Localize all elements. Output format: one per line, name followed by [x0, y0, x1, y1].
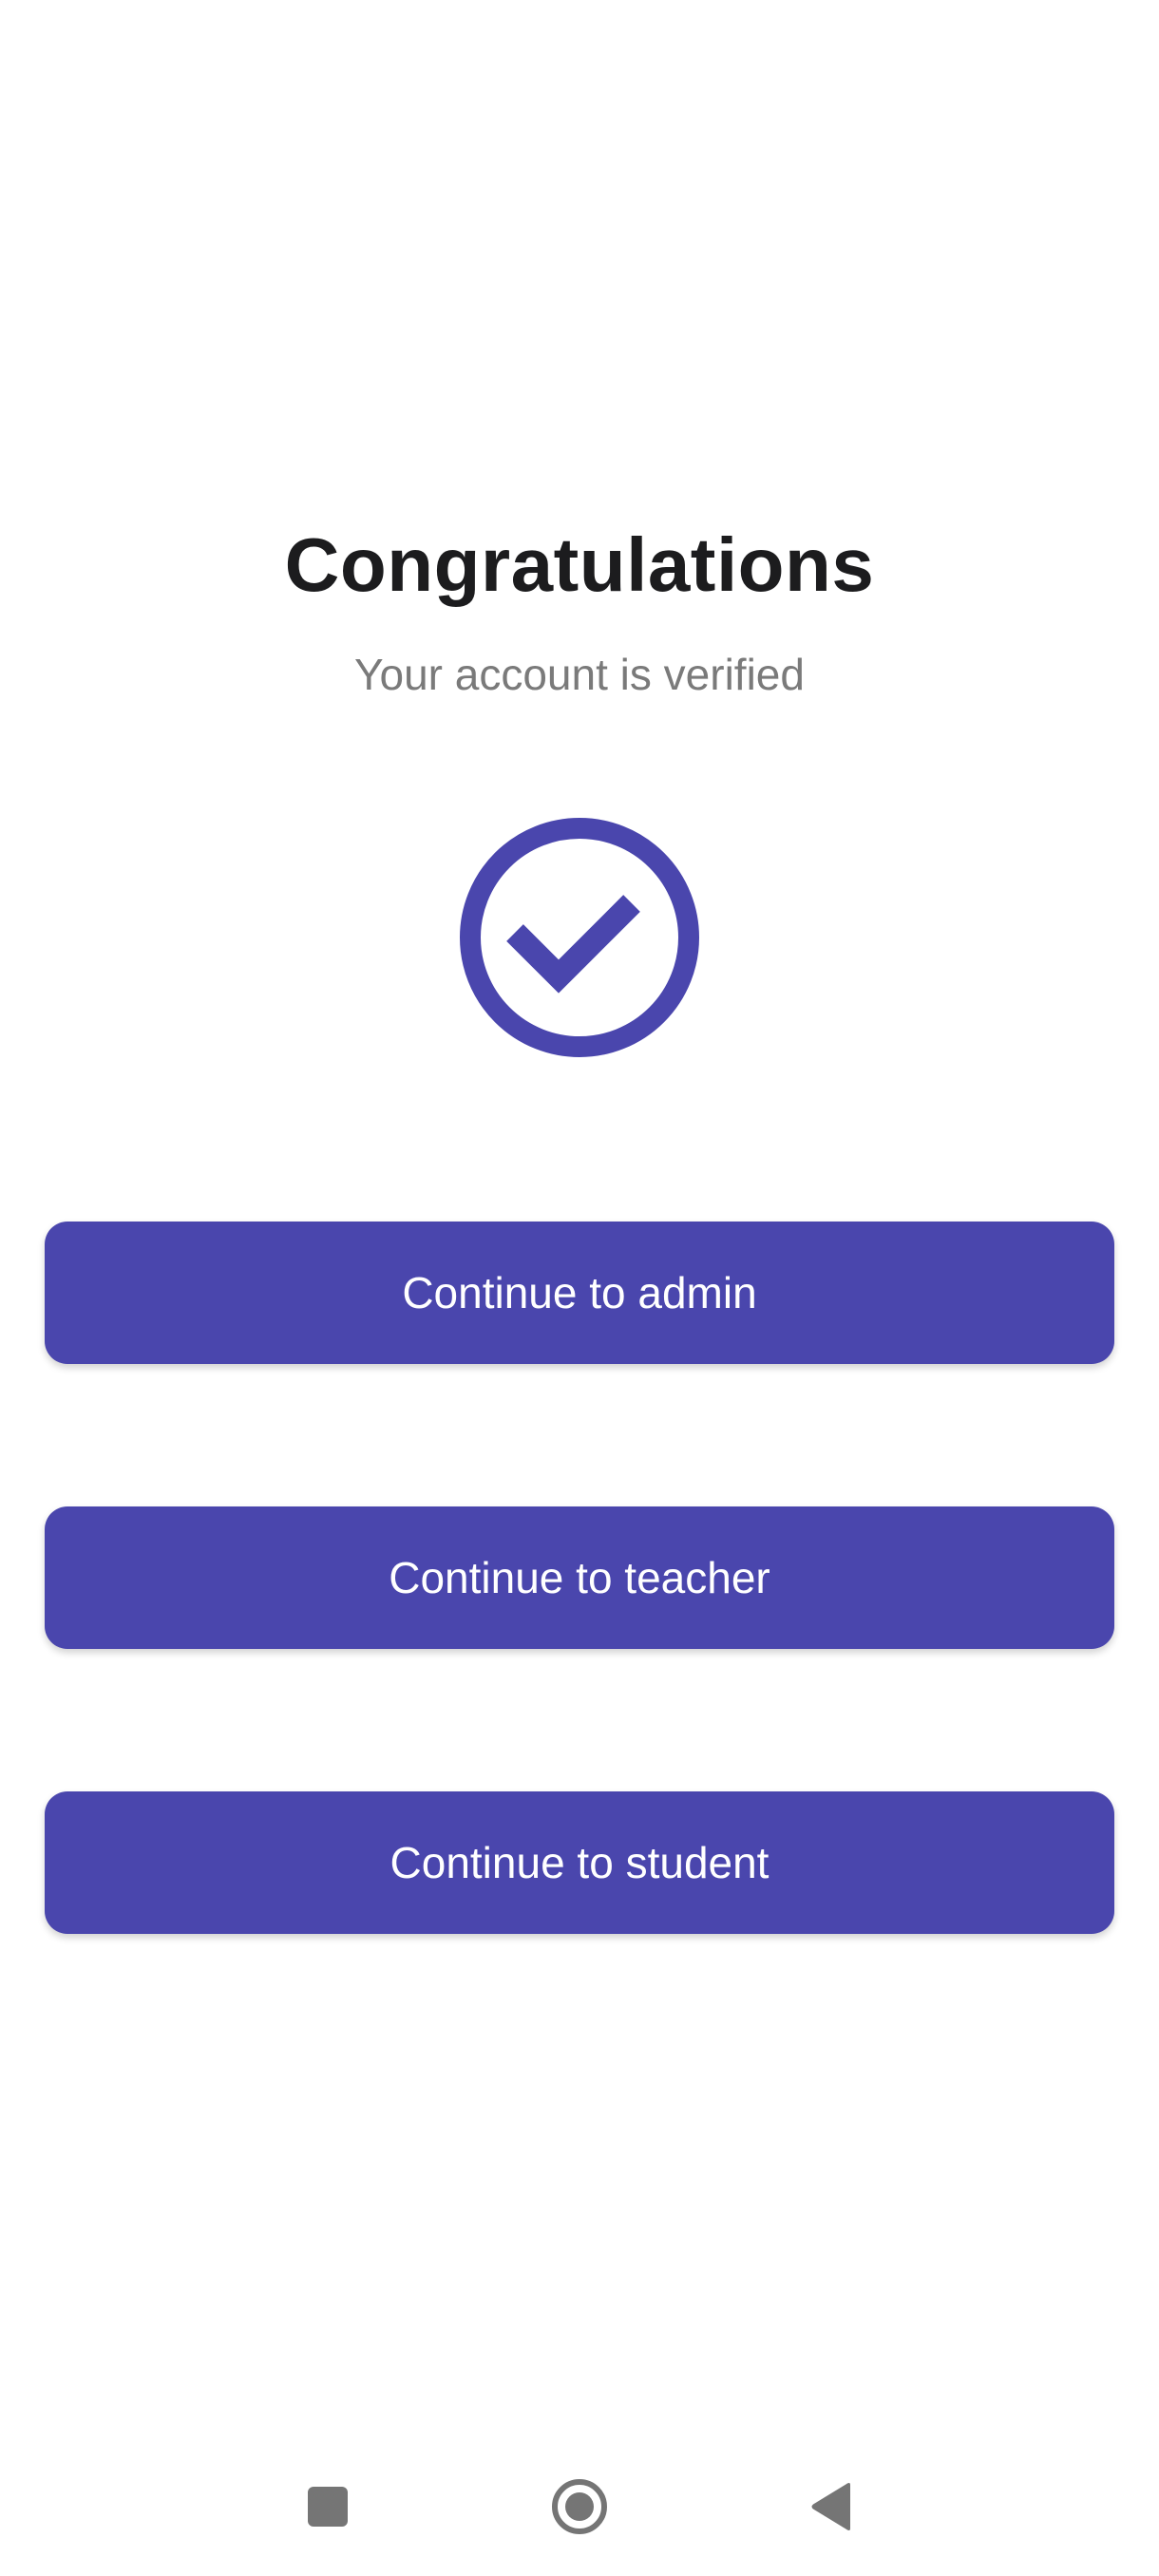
page-title: Congratulations: [284, 522, 875, 607]
page-subtitle: Your account is verified: [354, 650, 805, 699]
check-circle-icon: [458, 816, 701, 1059]
system-navigation-bar: [0, 2451, 1159, 2565]
recents-square-icon[interactable]: [285, 2464, 370, 2549]
back-triangle-icon[interactable]: [788, 2464, 874, 2549]
home-circle-icon[interactable]: [537, 2464, 622, 2549]
continue-to-admin-button[interactable]: Continue to admin: [45, 1222, 1114, 1364]
continue-to-student-button[interactable]: Continue to student: [45, 1791, 1114, 1934]
verification-screen: Congratulations Your account is verified…: [0, 0, 1159, 2576]
continue-to-teacher-button[interactable]: Continue to teacher: [45, 1506, 1114, 1649]
